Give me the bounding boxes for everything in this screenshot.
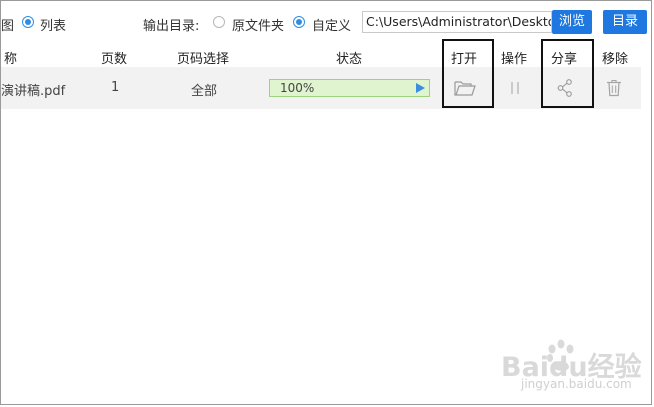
pages-cell: 1 — [111, 80, 120, 95]
app-window: 图 列表 输出目录: 原文件夹 自定义 C:\Users\Administrat… — [0, 0, 652, 405]
header-operate: 操作 — [501, 52, 528, 67]
header-pages: 页数 — [101, 52, 128, 67]
progress-bar: 100% — [269, 79, 430, 97]
browse-button[interactable]: 浏览 — [552, 10, 592, 34]
custom-folder-radio[interactable] — [293, 16, 305, 28]
original-folder-radio[interactable] — [213, 16, 225, 28]
view-mode-partial-label: 图 — [1, 19, 15, 34]
share-column-highlight — [541, 39, 594, 108]
header-status: 状态 — [336, 52, 363, 67]
output-dir-label: 输出目录: — [143, 19, 200, 34]
page-select-cell[interactable]: 全部 — [191, 80, 217, 99]
custom-folder-label[interactable]: 自定义 — [312, 15, 351, 34]
open-column-highlight — [442, 39, 494, 108]
output-path-input[interactable]: C:\Users\Administrator\Desktop — [362, 11, 552, 33]
progress-text: 100% — [280, 81, 315, 95]
trash-icon[interactable] — [606, 79, 622, 97]
header-page-select: 页码选择 — [177, 52, 230, 67]
original-folder-label[interactable]: 原文件夹 — [232, 15, 284, 34]
header-name: 称 — [4, 52, 18, 67]
watermark-url: jingyan.baidu.com — [521, 377, 632, 391]
list-view-radio[interactable] — [22, 16, 34, 28]
pause-icon[interactable] — [509, 81, 521, 95]
play-icon[interactable] — [416, 83, 425, 93]
file-name-cell: 演讲稿.pdf — [1, 84, 66, 99]
toolbar: 图 列表 输出目录: 原文件夹 自定义 C:\Users\Administrat… — [1, 1, 651, 43]
open-directory-button[interactable]: 目录 — [603, 10, 647, 34]
list-view-label[interactable]: 列表 — [40, 15, 66, 34]
header-remove: 移除 — [602, 52, 629, 67]
